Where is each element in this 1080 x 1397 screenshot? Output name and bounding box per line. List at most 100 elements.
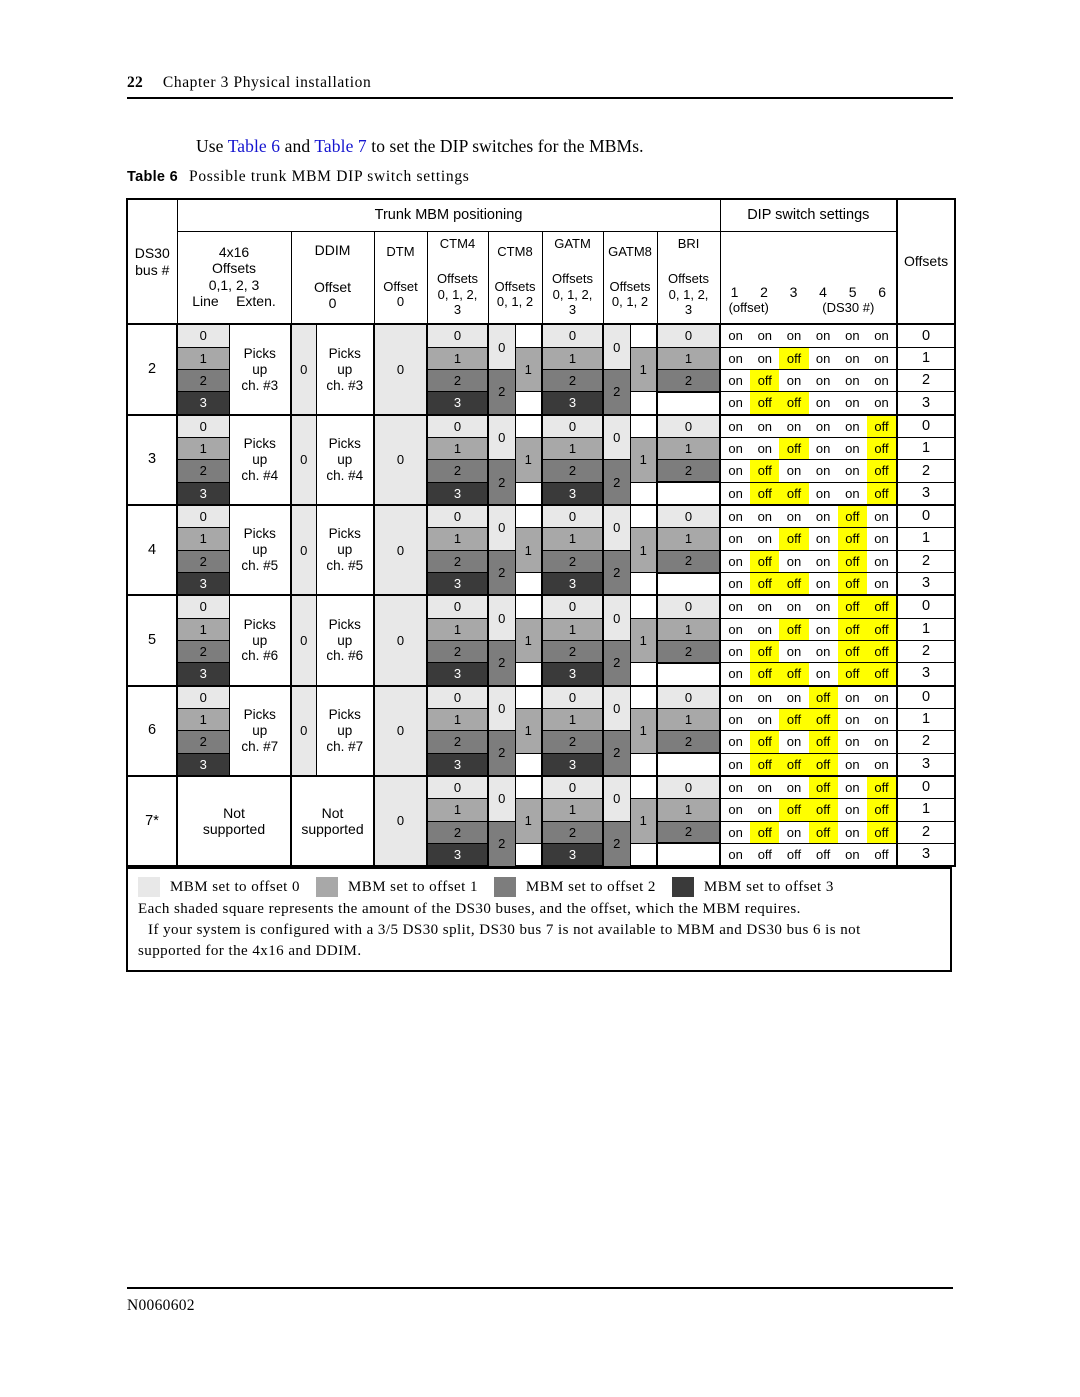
dip-sw-1[interactable]: on <box>721 348 750 369</box>
dip-sw-4[interactable]: on <box>809 528 838 549</box>
dip-sw-3[interactable]: off <box>779 663 809 685</box>
dip-sw-5[interactable]: on <box>838 325 867 346</box>
dip-sw-1[interactable]: on <box>721 460 750 481</box>
dip-sw-1[interactable]: on <box>721 777 750 798</box>
dip-sw-5[interactable]: on <box>838 731 867 752</box>
dip-sw-5[interactable]: on <box>838 438 867 459</box>
dip-sw-6[interactable]: on <box>867 687 896 708</box>
dip-sw-1[interactable]: on <box>721 687 750 708</box>
dip-sw-3[interactable]: off <box>779 844 808 865</box>
dip-sw-4[interactable]: on <box>809 619 838 640</box>
dip-switch-row[interactable]: on off off on on off <box>719 481 898 507</box>
dip-sw-6[interactable]: on <box>867 370 896 391</box>
dip-sw-3[interactable]: off <box>779 438 809 460</box>
dip-switch-row[interactable]: on on off off on off <box>719 798 898 822</box>
dip-sw-3[interactable]: off <box>779 618 809 641</box>
dip-sw-5[interactable]: on <box>838 483 867 504</box>
dip-sw-5[interactable]: on <box>838 754 867 775</box>
dip-sw-4[interactable]: on <box>809 392 838 413</box>
dip-sw-4[interactable]: off <box>808 709 838 731</box>
dip-sw-3[interactable]: on <box>779 416 808 437</box>
dip-sw-5[interactable]: on <box>838 777 867 798</box>
dip-switch-row[interactable]: on on off on off off <box>719 617 898 642</box>
dip-sw-4[interactable]: on <box>809 370 838 391</box>
dip-sw-5[interactable]: off <box>837 550 867 573</box>
dip-sw-3[interactable]: on <box>779 641 808 662</box>
dip-sw-4[interactable]: off <box>808 799 838 821</box>
dip-sw-2[interactable]: on <box>750 596 779 617</box>
dip-sw-5[interactable]: on <box>838 392 867 413</box>
dip-switch-row[interactable]: on off off on off on <box>719 572 898 597</box>
dip-sw-6[interactable]: off <box>866 438 897 460</box>
dip-sw-3[interactable]: off <box>779 709 809 731</box>
dip-sw-3[interactable]: off <box>779 753 809 775</box>
dip-sw-2[interactable]: off <box>750 460 780 482</box>
dip-switch-row-no-highlight[interactable]: on off off off on off <box>719 842 898 868</box>
dip-sw-6[interactable]: on <box>867 325 896 346</box>
dip-sw-2[interactable]: off <box>750 753 780 775</box>
dip-sw-6[interactable]: on <box>867 731 896 752</box>
dip-sw-3[interactable]: off <box>779 392 809 414</box>
dip-sw-3[interactable]: on <box>779 551 808 572</box>
dip-sw-5[interactable]: on <box>838 348 867 369</box>
dip-sw-5[interactable]: on <box>838 370 867 391</box>
dip-sw-4[interactable]: off <box>808 753 838 775</box>
dip-sw-1[interactable]: on <box>721 483 750 504</box>
dip-sw-4[interactable]: on <box>809 551 838 572</box>
dip-sw-2[interactable]: on <box>750 619 779 640</box>
dip-switch-row[interactable]: on on on on on off <box>719 413 898 439</box>
dip-switch-row[interactable]: on off on off on off <box>719 820 898 844</box>
dip-switch-row[interactable]: on on off on on on <box>719 346 898 371</box>
dip-switch-row[interactable]: on off off on on on <box>719 391 898 416</box>
dip-sw-2[interactable]: off <box>750 392 780 414</box>
dip-sw-4[interactable]: off <box>808 776 838 799</box>
dip-sw-6[interactable]: on <box>867 506 896 527</box>
dip-sw-6[interactable]: on <box>867 754 896 775</box>
dip-sw-3[interactable]: off <box>779 347 809 370</box>
dip-sw-4[interactable]: on <box>809 325 838 346</box>
dip-sw-3[interactable]: off <box>779 799 809 821</box>
dip-sw-1[interactable]: on <box>721 596 750 617</box>
dip-sw-2[interactable]: off <box>750 370 780 392</box>
dip-switch-row[interactable]: on on off on on off <box>719 437 898 461</box>
dip-sw-1[interactable]: on <box>721 663 750 684</box>
dip-sw-2[interactable]: on <box>750 799 779 820</box>
dip-sw-2[interactable]: off <box>750 821 780 843</box>
dip-sw-1[interactable]: on <box>721 506 750 527</box>
dip-sw-5[interactable]: on <box>838 687 867 708</box>
dip-sw-2[interactable]: on <box>750 709 779 730</box>
dip-sw-4[interactable]: on <box>809 483 838 504</box>
dip-sw-1[interactable]: on <box>721 528 750 549</box>
dip-sw-4[interactable]: on <box>809 460 838 481</box>
dip-sw-1[interactable]: on <box>721 709 750 730</box>
dip-sw-4[interactable]: on <box>809 641 838 662</box>
dip-switch-row[interactable]: on on on off on on <box>719 684 898 709</box>
dip-sw-6[interactable]: off <box>866 641 897 663</box>
dip-sw-1[interactable]: on <box>721 822 750 843</box>
dip-sw-2[interactable]: off <box>750 482 780 505</box>
dip-sw-5[interactable]: off <box>837 506 867 528</box>
dip-sw-6[interactable]: on <box>867 551 896 572</box>
dip-sw-6[interactable]: on <box>867 528 896 549</box>
dip-sw-1[interactable]: on <box>721 551 750 572</box>
dip-sw-2[interactable]: off <box>750 641 780 663</box>
dip-sw-5[interactable]: on <box>838 799 867 820</box>
dip-sw-4[interactable]: off <box>808 731 838 753</box>
dip-sw-2[interactable]: on <box>750 416 779 437</box>
dip-sw-1[interactable]: on <box>721 438 750 459</box>
dip-sw-1[interactable]: on <box>721 641 750 662</box>
dip-sw-5[interactable]: off <box>837 618 867 641</box>
table6-crossref-link[interactable]: Table 6 <box>228 136 280 156</box>
dip-sw-5[interactable]: on <box>838 822 867 843</box>
dip-sw-2[interactable]: on <box>750 438 779 459</box>
dip-sw-2[interactable]: off <box>750 731 780 753</box>
table7-crossref-link[interactable]: Table 7 <box>314 136 366 156</box>
dip-sw-5[interactable]: off <box>837 573 867 595</box>
dip-sw-2[interactable]: on <box>750 687 779 708</box>
dip-sw-5[interactable]: off <box>837 528 867 550</box>
dip-sw-6[interactable]: off <box>866 663 897 685</box>
dip-sw-6[interactable]: on <box>867 573 896 594</box>
dip-sw-1[interactable]: on <box>721 844 750 865</box>
dip-sw-5[interactable]: off <box>837 663 867 685</box>
dip-sw-6[interactable]: off <box>866 618 897 641</box>
